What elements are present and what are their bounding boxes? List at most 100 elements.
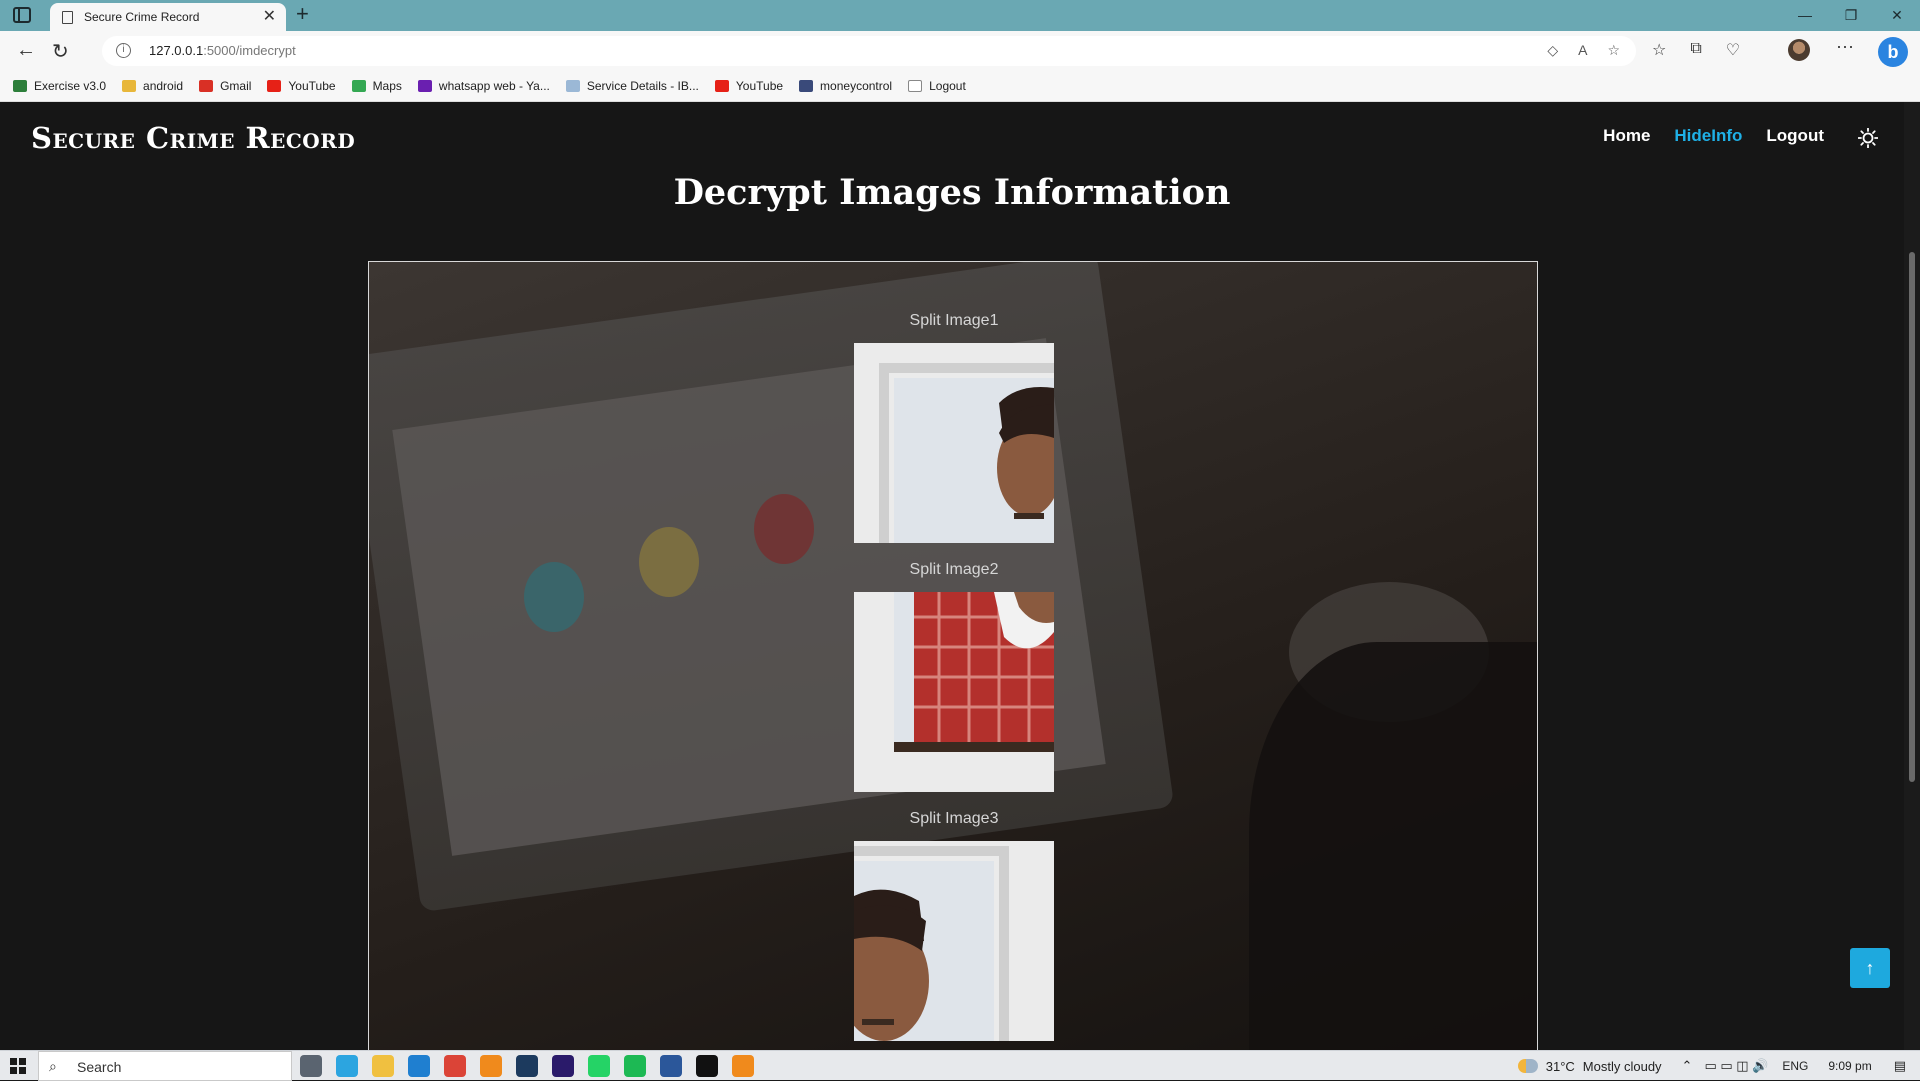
chrome-icon[interactable]	[444, 1055, 466, 1077]
taskbar-apps	[300, 1055, 754, 1077]
collections-icon[interactable]: ⧉	[1690, 40, 1701, 60]
telegram-icon[interactable]	[336, 1055, 358, 1077]
nav-home[interactable]: Home	[1603, 126, 1650, 146]
read-aloud-icon[interactable]: A	[1578, 42, 1587, 59]
split-image-3-photo	[854, 841, 1054, 1041]
tray-icons[interactable]: ▭ ▭ ◫ 🔊	[1704, 1058, 1768, 1074]
tab-actions-icon[interactable]	[13, 7, 31, 23]
tag-icon[interactable]: ◇	[1547, 42, 1558, 59]
edge-icon[interactable]	[408, 1055, 430, 1077]
language-indicator[interactable]: ENG	[1782, 1059, 1808, 1073]
favorites-icon[interactable]: ☆	[1652, 40, 1666, 60]
moneycontrol-icon	[799, 80, 814, 92]
back-icon[interactable]: ←	[16, 39, 36, 62]
address-bar[interactable]: i 127.0.0.1:5000/imdecrypt ◇ A ☆	[102, 36, 1636, 66]
profile-avatar[interactable]	[1788, 39, 1810, 61]
file-explorer-icon[interactable]	[372, 1055, 394, 1077]
bookmark-logout[interactable]: Logout	[908, 79, 966, 93]
bookmark-label: Service Details - IB...	[586, 79, 699, 93]
bookmark-gmail[interactable]: Gmail	[199, 79, 251, 93]
word-icon[interactable]	[660, 1055, 682, 1077]
decrypt-results-panel: Split Image1 Split Image2 Split Image3	[368, 261, 1538, 1050]
pycharm-icon[interactable]	[696, 1055, 718, 1077]
page-icon	[62, 11, 73, 24]
performance-icon[interactable]: ♡	[1726, 40, 1740, 60]
bookmark-label: Logout	[929, 79, 966, 93]
windows-taskbar: ⌕ Search 31°C Mostly cloudy ⌃ ▭ ▭ ◫ 🔊 EN…	[0, 1050, 1920, 1081]
url-host: 127.0.0.1	[149, 43, 204, 58]
window-controls: — ❐ ✕	[1782, 0, 1920, 31]
bookmark-service-details[interactable]: Service Details - IB...	[565, 79, 699, 93]
task-view-icon[interactable]	[300, 1055, 322, 1077]
nav-hideinfo[interactable]: HideInfo	[1674, 126, 1742, 146]
page-scrollbar[interactable]	[1904, 102, 1920, 1050]
show-hidden-icons[interactable]: ⌃	[1682, 1058, 1693, 1074]
new-tab-icon[interactable]: +	[296, 1, 309, 27]
weather-icon	[1517, 1059, 1538, 1073]
premiere-icon[interactable]	[552, 1055, 574, 1077]
nav-logout[interactable]: Logout	[1766, 126, 1824, 146]
bookmark-moneycontrol[interactable]: moneycontrol	[799, 79, 892, 93]
cloud-icon	[565, 80, 580, 92]
bookmark-label: YouTube	[735, 79, 784, 93]
page-content: Secure Crime Record Home HideInfo Logout…	[0, 102, 1920, 1050]
bookmark-label: YouTube	[288, 79, 336, 93]
main-nav: Home HideInfo Logout	[1603, 126, 1824, 146]
site-info-icon[interactable]: i	[116, 43, 131, 58]
tab-close-icon[interactable]: ✕	[263, 6, 276, 26]
bookmark-maps[interactable]: Maps	[351, 79, 402, 93]
taskbar-search-text: Search	[77, 1059, 122, 1075]
search-icon: ⌕	[49, 1058, 57, 1074]
maps-icon	[351, 80, 366, 92]
browser-tab-bar: Secure Crime Record ✕ + — ❐ ✕	[0, 0, 1920, 31]
bookmark-exercise[interactable]: Exercise v3.0	[13, 79, 106, 93]
cloud-app-icon[interactable]	[732, 1055, 754, 1077]
spotify-icon[interactable]	[624, 1055, 646, 1077]
theme-toggle-sun-icon[interactable]	[1858, 128, 1878, 148]
address-toolbar: ← ↻ i 127.0.0.1:5000/imdecrypt ◇ A ☆ ☆ ⧉…	[0, 31, 1920, 71]
weather-text[interactable]: Mostly cloudy	[1583, 1059, 1662, 1074]
windows-start-icon[interactable]	[10, 1058, 26, 1074]
split-image-3-label: Split Image3	[909, 810, 999, 827]
page-icon	[908, 80, 923, 92]
tab-title: Secure Crime Record	[84, 10, 200, 24]
temperature[interactable]: 31°C	[1546, 1059, 1575, 1074]
url-path: :5000/imdecrypt	[203, 43, 296, 58]
split-image-2-photo	[854, 592, 1054, 792]
bookmark-label: Exercise v3.0	[34, 79, 107, 93]
vlc-icon[interactable]	[480, 1055, 502, 1077]
scrollbar-thumb[interactable]	[1909, 252, 1915, 782]
split-image-1-photo	[854, 343, 1054, 543]
site-brand[interactable]: Secure Crime Record	[31, 121, 355, 155]
taskbar-search[interactable]: ⌕ Search	[38, 1051, 292, 1081]
whatsapp-icon[interactable]	[588, 1055, 610, 1077]
bookmark-android[interactable]: android	[122, 79, 183, 93]
browser-tab[interactable]: Secure Crime Record ✕	[50, 3, 286, 31]
gmail-icon	[199, 80, 214, 92]
bing-copilot-icon[interactable]: b	[1878, 37, 1908, 67]
bookmark-label: whatsapp web - Ya...	[438, 79, 550, 93]
background-decor	[754, 494, 814, 564]
bookmark-youtube-2[interactable]: YouTube	[714, 79, 784, 93]
page-title: Decrypt Images Information	[673, 172, 1231, 213]
reload-icon[interactable]: ↻	[52, 39, 69, 64]
split-image-2-label: Split Image2	[909, 561, 999, 578]
window-close-icon[interactable]: ✕	[1874, 0, 1920, 31]
bookmark-youtube[interactable]: YouTube	[267, 79, 336, 93]
bookmark-label: Maps	[372, 79, 402, 93]
restore-icon[interactable]: ❐	[1828, 0, 1874, 31]
bookmark-whatsapp[interactable]: whatsapp web - Ya...	[417, 79, 550, 93]
clock[interactable]: 9:09 pm	[1828, 1059, 1871, 1073]
background-decor	[1249, 642, 1537, 1050]
minimize-icon[interactable]: —	[1782, 0, 1828, 31]
split-image-2	[854, 592, 1054, 792]
bookmarks-bar: Exercise v3.0 android Gmail YouTube Maps…	[0, 71, 1920, 102]
system-tray: 31°C Mostly cloudy ⌃ ▭ ▭ ◫ 🔊 ENG 9:09 pm…	[1517, 1051, 1920, 1081]
notifications-icon[interactable]: ▤	[1894, 1058, 1906, 1074]
split-image-3	[854, 841, 1054, 1041]
add-favorite-icon[interactable]: ☆	[1607, 42, 1620, 59]
scroll-to-top-button[interactable]: ↑	[1850, 948, 1890, 988]
keil-icon[interactable]	[516, 1055, 538, 1077]
url-text[interactable]: 127.0.0.1:5000/imdecrypt	[149, 43, 296, 58]
more-options-icon[interactable]: ···	[1836, 36, 1854, 57]
